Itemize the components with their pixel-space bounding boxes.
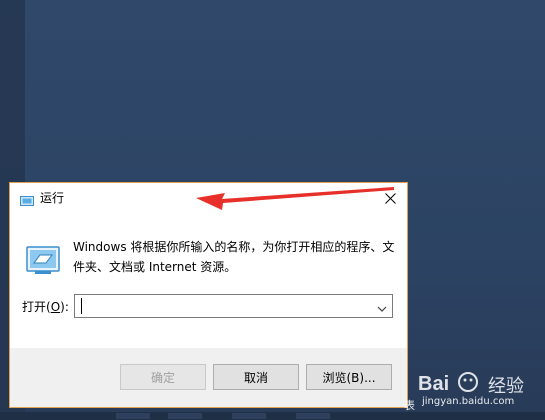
run-icon [26,243,60,277]
close-button[interactable] [373,183,407,213]
watermark: Bai 经验 jingyan.baidu.com [418,366,545,420]
dialog-body: Windows 将根据你所输入的名称，为你打开相应的程序、文件夹、文档或 Int… [10,213,407,348]
dialog-title: 运行 [40,191,65,205]
text-caret [81,298,82,314]
dialog-footer: 确定 取消 浏览(B)... [10,348,407,407]
dialog-description: Windows 将根据你所输入的名称，为你打开相应的程序、文件夹、文档或 Int… [73,240,395,274]
taskbar-slot [296,413,330,419]
watermark-url: jingyan.baidu.com [422,396,515,407]
svg-text:Bai: Bai [418,373,449,395]
open-label: 打开(O): [22,300,69,314]
taskbar-slot [116,413,150,419]
open-combobox[interactable] [74,294,393,318]
dropdown-button[interactable] [372,295,392,317]
chevron-down-icon [377,297,387,316]
run-icon [20,192,34,206]
browse-button[interactable]: 浏览(B)... [306,364,392,390]
run-dialog: 运行 Windows 将根据你所输入的名称，为你打开相应的程序、文件夹、文档或 … [9,182,408,408]
baidu-logo: Bai [418,372,478,395]
watermark-side-text: 表 [404,399,415,412]
close-icon [384,189,396,208]
ok-button[interactable]: 确定 [120,364,206,390]
cancel-button[interactable]: 取消 [213,364,299,390]
taskbar-slot [232,413,266,419]
watermark-brand-cn: 经验 [488,376,524,397]
taskbar-slot [168,413,202,419]
title-bar[interactable]: 运行 [10,183,407,213]
